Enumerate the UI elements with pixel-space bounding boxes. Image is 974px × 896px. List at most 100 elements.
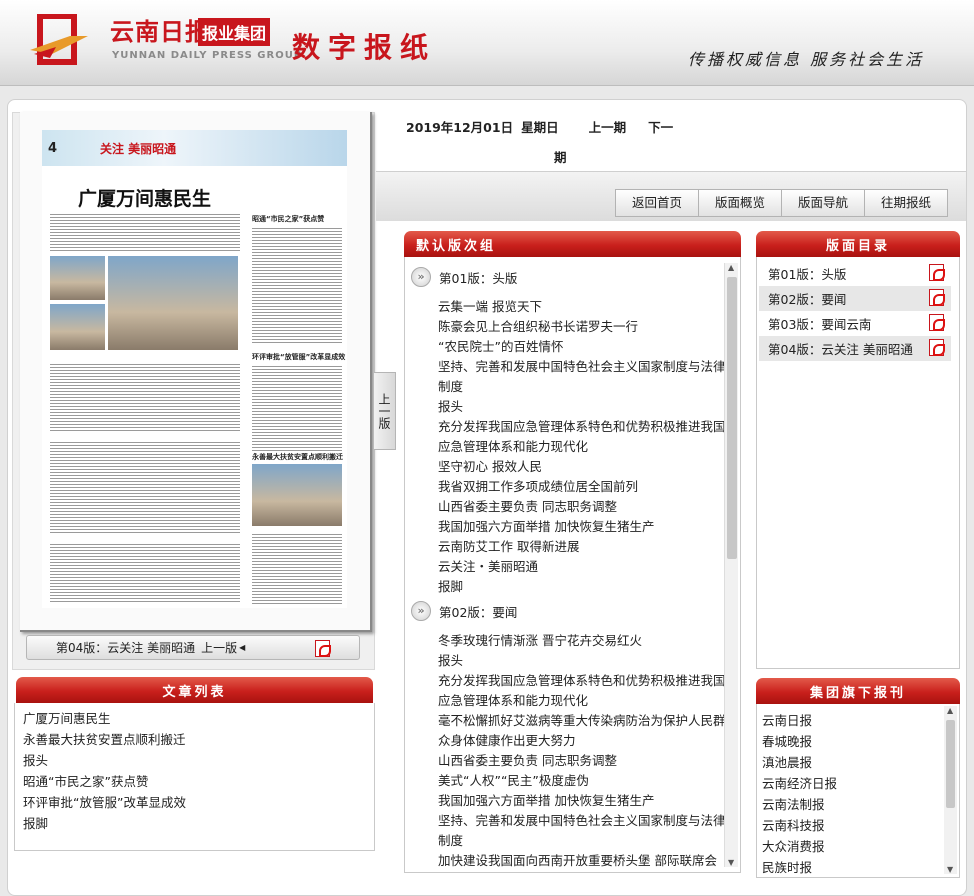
- page-directory-item[interactable]: 第04版：云关注 美丽昭通: [759, 336, 951, 361]
- left-arrow-icon[interactable]: ◀: [239, 643, 245, 652]
- prev-page-tab[interactable]: 上一版: [374, 372, 396, 450]
- toc-item[interactable]: 云关注・美丽昭通: [438, 557, 723, 577]
- page-directory-label: 第03版：要闻云南: [768, 317, 872, 332]
- site-title: 数字报纸: [292, 31, 437, 64]
- publication-link[interactable]: 大众消费报: [762, 836, 959, 857]
- pdf-download-icon[interactable]: [315, 640, 331, 657]
- toc-item[interactable]: 坚持、完善和发展中国特色社会主义国家制度与法律: [438, 357, 726, 377]
- toc-item[interactable]: “农民院士”的百姓情怀: [438, 337, 723, 357]
- article-list-title: 文章列表: [16, 677, 373, 703]
- page-directory-label: 第04版：云关注 美丽昭通: [768, 342, 913, 357]
- article-text-block: [50, 212, 240, 252]
- toc-item[interactable]: 云南防艾工作 取得新进展: [438, 537, 723, 557]
- toc-item[interactable]: 充分发挥我国应急管理体系特色和优势积极推进我国: [438, 671, 726, 691]
- table-of-contents-panel: 默认版次组 » 第01版：头版 云集一端 报览天下 陈豪会见上合组织秘书长诺罗夫…: [404, 231, 741, 873]
- article-list-item[interactable]: 永善最大扶贫安置点顺利搬迁: [23, 729, 374, 750]
- group-publications-list: 云南日报 春城晚报 滇池晨报 云南经济日报 云南法制报 云南科技报 大众消费报 …: [756, 704, 960, 878]
- scroll-down-arrow-icon[interactable]: ▼: [947, 865, 953, 874]
- current-page-label: 第04版：云关注 美丽昭通: [56, 641, 196, 655]
- toc-item[interactable]: 美式“人权”“民主”极度虚伪: [438, 771, 723, 791]
- toc-body[interactable]: » 第01版：头版 云集一端 报览天下 陈豪会见上合组织秘书长诺罗夫一行 “农民…: [404, 257, 741, 873]
- publication-link[interactable]: 云南经济日报: [762, 773, 959, 794]
- publication-link[interactable]: 春城晚报: [762, 731, 959, 752]
- article-list-item[interactable]: 报脚: [23, 813, 374, 834]
- issue-weekday: 星期日: [521, 120, 559, 135]
- article-list-item[interactable]: 昭通“市民之家”获点赞: [23, 771, 374, 792]
- toc-item[interactable]: 云集一端 报览天下: [438, 297, 723, 317]
- toc-item[interactable]: 我省双拥工作多项成绩位居全国前列: [438, 477, 723, 497]
- page-directory-item[interactable]: 第03版：要闻云南: [757, 311, 959, 336]
- news-photo: [108, 256, 238, 350]
- page-directory-body: 第01版：头版 第02版：要闻 第03版：要闻云南 第04版：云关注 美丽昭通: [756, 257, 960, 669]
- article-list-item[interactable]: 环评审批“放管服”改革显成效: [23, 792, 374, 813]
- page-directory-label: 第01版：头版: [768, 267, 847, 282]
- publication-link[interactable]: 云南科技报: [762, 815, 959, 836]
- prev-issue-link[interactable]: 上一期: [589, 117, 627, 136]
- group-publications-title: 集团旗下报刊: [756, 678, 960, 704]
- double-chevron-right-icon: »: [411, 267, 431, 287]
- scroll-up-arrow-icon[interactable]: ▲: [728, 263, 734, 272]
- article-list-item[interactable]: 报头: [23, 750, 374, 771]
- issue-date: 2019年12月01日: [406, 120, 514, 135]
- article-text-block: [252, 532, 342, 604]
- press-group-logo-icon: [30, 13, 88, 66]
- next-issue-link[interactable]: 下一: [648, 117, 673, 136]
- toc-item[interactable]: 充分发挥我国应急管理体系特色和优势积极推进我国: [438, 417, 726, 437]
- toc-section-label: 第01版：头版: [439, 270, 518, 286]
- toc-item[interactable]: 应急管理体系和能力现代化: [438, 691, 723, 711]
- article-text-block: [50, 542, 240, 604]
- toc-item[interactable]: 坚守初心 报效人民: [438, 457, 723, 477]
- scrollbar-thumb[interactable]: [727, 277, 737, 559]
- toc-item[interactable]: 制度: [438, 831, 723, 851]
- past-issues-button[interactable]: 往期报纸: [864, 189, 949, 217]
- publication-link[interactable]: 云南法制报: [762, 794, 959, 815]
- toc-scrollbar[interactable]: ▲ ▼: [724, 263, 738, 867]
- toc-item[interactable]: 制度: [438, 377, 723, 397]
- toc-item[interactable]: 毫不松懈抓好艾滋病等重大传染病防治为保护人民群: [438, 711, 726, 731]
- toc-item[interactable]: 陈豪会见上合组织秘书长诺罗夫一行: [438, 317, 723, 337]
- toc-item[interactable]: 冬季玫瑰行情渐涨 晋宁花卉交易红火: [438, 631, 723, 651]
- article-list-item[interactable]: 广厦万间惠民生: [23, 708, 374, 729]
- page-overview-button[interactable]: 版面概览: [698, 189, 783, 217]
- publications-scrollbar[interactable]: ▲ ▼: [944, 706, 957, 874]
- toc-item[interactable]: 加快建设我国面向西南开放重要桥头堡 部际联席会: [438, 851, 723, 871]
- toc-title: 默认版次组: [404, 231, 741, 257]
- newspaper-page-image[interactable]: 4 关注 美丽昭通 广厦万间惠民生 昭通“市民之家”获点赞 环评审批“放管服”改…: [42, 130, 347, 608]
- next-issue-link-wrap[interactable]: 期: [554, 147, 567, 166]
- scroll-down-arrow-icon[interactable]: ▼: [728, 858, 734, 867]
- toc-section-label: 第02版：要闻: [439, 604, 518, 620]
- scrollbar-thumb[interactable]: [946, 720, 955, 808]
- toc-item[interactable]: 报脚: [438, 577, 723, 597]
- toc-section-head[interactable]: » 第02版：要闻: [411, 601, 517, 621]
- toc-item[interactable]: 我国加强六方面举措 加快恢复生猪生产: [438, 791, 723, 811]
- pdf-icon[interactable]: [929, 314, 945, 331]
- publication-link[interactable]: 云南日报: [762, 710, 959, 731]
- newspaper-banner: 关注 美丽昭通: [100, 141, 177, 156]
- newspaper-subhead: 环评审批“放管服”改革显成效: [252, 353, 346, 361]
- toc-item[interactable]: 报头: [438, 651, 723, 671]
- publication-link[interactable]: 民族时报: [762, 857, 959, 877]
- toc-item[interactable]: 坚持、完善和发展中国特色社会主义国家制度与法律: [438, 811, 726, 831]
- page-navigation-button[interactable]: 版面导航: [781, 189, 866, 217]
- site-header: 云南日报 报业集团 YUNNAN DAILY PRESS GROUP 数字报纸 …: [0, 0, 974, 86]
- toc-item[interactable]: 报头: [438, 397, 723, 417]
- logo-english-name: YUNNAN DAILY PRESS GROUP: [112, 50, 303, 61]
- page-directory-item[interactable]: 第02版：要闻: [759, 286, 951, 311]
- pdf-icon[interactable]: [929, 339, 945, 356]
- page-directory-title: 版面目录: [756, 231, 960, 257]
- prev-page-link[interactable]: 上一版: [201, 639, 237, 656]
- toc-item[interactable]: 我国加强六方面举措 加快恢复生猪生产: [438, 517, 723, 537]
- toc-item[interactable]: 众身体健康作出更大努力: [438, 731, 723, 751]
- scroll-up-arrow-icon[interactable]: ▲: [947, 706, 953, 715]
- toc-item[interactable]: 山西省委主要负责 同志职务调整: [438, 497, 723, 517]
- nav-button-group: 返回首页 版面概览 版面导航 往期报纸: [615, 189, 949, 217]
- pdf-icon[interactable]: [929, 289, 945, 306]
- logo-group-label: 报业集团: [198, 18, 271, 46]
- toc-item[interactable]: 山西省委主要负责 同志职务调整: [438, 751, 723, 771]
- home-button[interactable]: 返回首页: [615, 189, 700, 217]
- toc-section-head[interactable]: » 第01版：头版: [411, 267, 517, 287]
- publication-link[interactable]: 滇池晨报: [762, 752, 959, 773]
- page-directory-item[interactable]: 第01版：头版: [757, 261, 959, 286]
- pdf-icon[interactable]: [929, 264, 945, 281]
- toc-item[interactable]: 应急管理体系和能力现代化: [438, 437, 723, 457]
